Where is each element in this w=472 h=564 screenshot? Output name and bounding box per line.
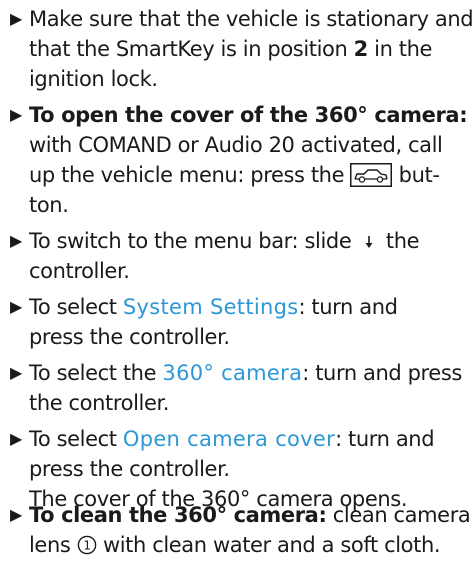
step-line: To clean the 360° camera: clean camera <box>29 503 471 527</box>
step-line: the controller. <box>29 391 170 415</box>
bullet-arrow-icon: ▶ <box>10 505 22 524</box>
bullet-arrow-icon: ▶ <box>10 297 22 316</box>
callout-1-icon: 1 <box>77 535 97 555</box>
display-text-360-camera: 360° camera <box>162 361 303 385</box>
svg-text:1: 1 <box>83 538 90 552</box>
step-line: ignition lock. <box>29 67 158 91</box>
step-line: lens 1 with clean water and a soft cloth… <box>29 533 441 557</box>
instruction-page: ▶ Make sure that the vehicle is stationa… <box>0 0 472 564</box>
step-line: To select System Settings: turn and <box>29 295 398 319</box>
arrow-down-icon <box>364 227 374 257</box>
position-number: 2 <box>353 37 369 61</box>
bullet-arrow-icon: ▶ <box>10 231 22 250</box>
step-line: press the controller. <box>29 325 230 349</box>
step-line: that the SmartKey is in position 2 in th… <box>29 37 433 61</box>
bullet-arrow-icon: ▶ <box>10 9 22 28</box>
step-line: with COMAND or Audio 20 activated, call <box>29 133 443 157</box>
step-line: up the vehicle menu: press the but- <box>29 162 440 187</box>
bullet-arrow-icon: ▶ <box>10 105 22 124</box>
bullet-arrow-icon: ▶ <box>10 429 22 448</box>
step-line: Make sure that the vehicle is stationary… <box>29 7 472 31</box>
display-text-system-settings: System Settings <box>122 295 299 319</box>
step-line: controller. <box>29 259 130 283</box>
display-text-open-camera-cover: Open camera cover <box>122 427 336 451</box>
step-line: press the controller. <box>29 457 230 481</box>
step-line: To select the 360° camera: turn and pres… <box>29 361 462 385</box>
step-heading: To open the cover of the 360° camera: <box>29 103 468 127</box>
step-line: ton. <box>29 193 69 217</box>
vehicle-button-icon <box>350 162 393 187</box>
step-line: To switch to the menu bar: slide the <box>29 226 420 257</box>
step-line: To select Open camera cover: turn and <box>29 427 435 451</box>
bullet-arrow-icon: ▶ <box>10 363 22 382</box>
